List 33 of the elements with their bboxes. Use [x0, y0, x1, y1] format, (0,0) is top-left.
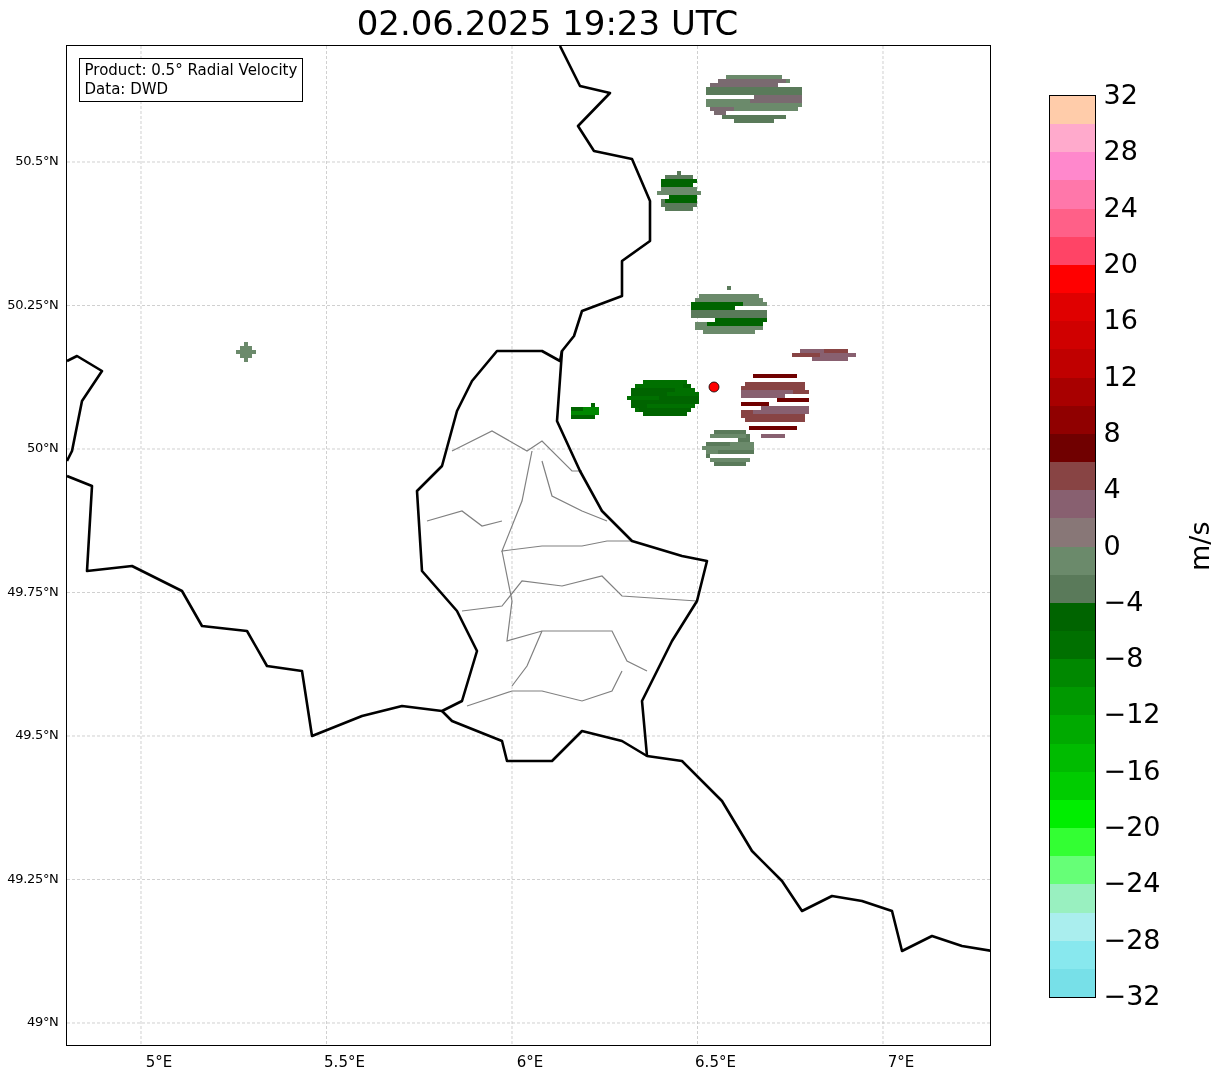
colorbar-tick-label: −4 [1103, 586, 1144, 617]
colorbar-tick-label: 24 [1103, 192, 1138, 223]
colorbar-tick-label: 0 [1103, 530, 1121, 561]
colorbar-tick-label: −28 [1103, 924, 1161, 955]
colorbar-tick-label: 20 [1103, 248, 1138, 279]
colorbar-tick-label: −20 [1103, 812, 1161, 843]
latitude-label: 49.25°N [7, 869, 59, 888]
longitude-label: 7°E [887, 1052, 915, 1073]
colorbar-axis-label: m/s [1183, 521, 1216, 572]
colorbar-tick-label: −16 [1103, 755, 1161, 786]
longitude-label: 5.5°E [324, 1052, 365, 1073]
colorbar-tick-label: −24 [1103, 868, 1161, 899]
colorbar-tick-label: −8 [1103, 643, 1144, 674]
longitude-label: 6.5°E [695, 1052, 736, 1073]
colorbar-tick-label: 28 [1103, 136, 1138, 167]
longitude-label: 6°E [516, 1052, 544, 1073]
colorbar-tick-label: 4 [1103, 474, 1121, 505]
latitude-label: 49.5°N [15, 726, 59, 744]
info-text: Data: DWD [84, 80, 170, 99]
colorbar-tick-label: 16 [1103, 305, 1138, 336]
longitude-label: 5°E [145, 1052, 173, 1073]
info-text: Product: 0.5° Radial Velocity [84, 61, 298, 80]
colorbar-tick-label: 8 [1103, 417, 1121, 448]
latitude-label: 49°N [26, 1013, 59, 1031]
colorbar-tick-label: 32 [1103, 80, 1138, 110]
latitude-label: 49.75°N [7, 582, 59, 601]
latitude-label: 50.25°N [7, 295, 59, 314]
latitude-label: 50.5°N [15, 152, 59, 170]
colorbar-tick-label: 12 [1103, 361, 1138, 392]
chart-title: 02.06.2025 19:23 UTC [356, 2, 739, 45]
latitude-label: 50°N [26, 439, 59, 457]
colorbar-tick-label: −32 [1103, 981, 1161, 1011]
colorbar-tick-label: −12 [1103, 699, 1161, 730]
